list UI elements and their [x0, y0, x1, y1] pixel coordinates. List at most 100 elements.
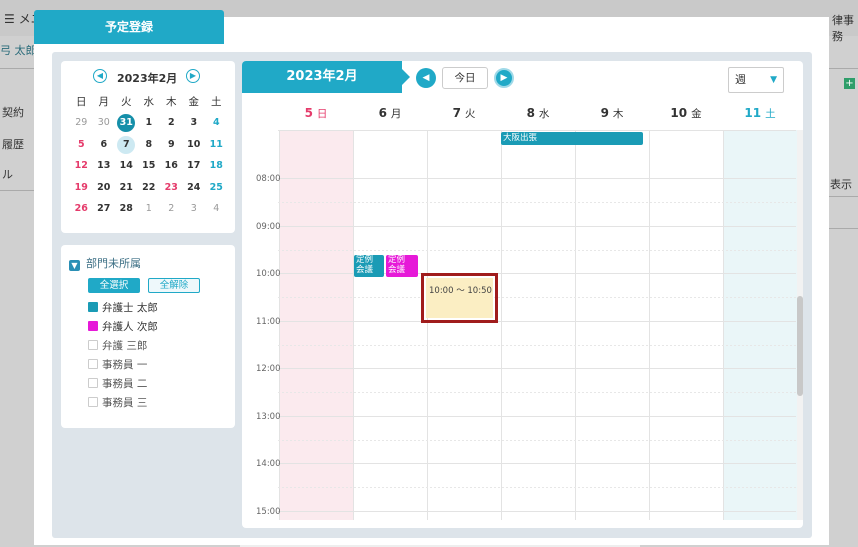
mini-calendar-day[interactable]: 12 — [70, 156, 93, 178]
mini-calendar-day[interactable]: 25 — [205, 177, 228, 199]
member-checkbox[interactable] — [88, 359, 98, 369]
next-week-icon[interactable]: ▶ — [494, 68, 514, 88]
day-column[interactable] — [723, 130, 797, 520]
day-number: 1 — [145, 203, 152, 215]
half-hour-line — [278, 487, 796, 488]
mini-calendar-day[interactable]: 3 — [183, 113, 206, 135]
day-header[interactable]: 9木 — [575, 106, 649, 121]
department-header[interactable]: ▼ 部門未所属 — [69, 255, 141, 271]
add-icon[interactable]: + — [844, 78, 855, 89]
day-column[interactable] — [353, 130, 427, 520]
mini-calendar-day[interactable]: 26 — [70, 199, 93, 221]
day-header[interactable]: 10 金 — [649, 106, 723, 121]
event-meeting[interactable]: 定例 会議 — [354, 255, 384, 277]
prev-week-icon[interactable]: ◀ — [416, 68, 436, 88]
day-column[interactable] — [501, 130, 575, 520]
mini-calendar-day[interactable]: 4 — [205, 199, 228, 221]
half-hour-line — [278, 345, 796, 346]
mini-calendar-day[interactable]: 11 — [205, 134, 228, 156]
mini-calendar-day[interactable]: 13 — [93, 156, 116, 178]
day-number: 6 — [378, 106, 387, 120]
mini-calendar-day[interactable]: 9 — [160, 134, 183, 156]
day-header[interactable]: 5日 — [279, 106, 353, 121]
scrollbar-thumb[interactable] — [797, 296, 803, 396]
day-number: 18 — [209, 160, 223, 172]
mini-calendar-day[interactable]: 4 — [205, 113, 228, 135]
mini-calendar-day[interactable]: 14 — [115, 156, 138, 178]
mini-calendar-day[interactable]: 18 — [205, 156, 228, 178]
mini-calendar-day[interactable]: 27 — [93, 199, 116, 221]
day-header[interactable]: 8水 — [501, 106, 575, 121]
mini-calendar-day[interactable]: 7 — [115, 134, 138, 156]
side-item-history[interactable]: 履歴 — [2, 136, 24, 152]
side-item-contract[interactable]: 契約 — [2, 104, 24, 120]
weekday-header: 金 — [188, 96, 200, 109]
member-checkbox[interactable] — [88, 397, 98, 407]
scrollbar[interactable] — [797, 130, 803, 520]
day-header[interactable]: 11 土 — [723, 106, 797, 121]
member-item[interactable]: 弁護士 太郎 — [88, 300, 158, 315]
member-item[interactable]: 事務員 一 — [88, 357, 147, 372]
member-checkbox[interactable] — [88, 378, 98, 388]
member-item[interactable]: 事務員 三 — [88, 395, 147, 410]
day-number: 10 — [670, 106, 688, 120]
mini-calendar-day[interactable]: 24 — [183, 177, 206, 199]
divider — [0, 190, 34, 191]
event-meeting[interactable]: 定例 会議 — [386, 255, 418, 277]
chevron-down-icon[interactable]: ▼ — [69, 260, 80, 271]
mini-calendar-day[interactable]: 31 — [115, 113, 138, 135]
member-checkbox[interactable] — [88, 340, 98, 350]
mini-calendar-day[interactable]: 22 — [138, 177, 161, 199]
day-column[interactable] — [279, 130, 353, 520]
member-checkbox[interactable] — [88, 321, 98, 331]
day-header[interactable]: 7火 — [427, 106, 501, 121]
mini-calendar-day[interactable]: 23 — [160, 177, 183, 199]
event-label: 定例 — [356, 255, 374, 265]
mini-calendar-day[interactable]: 28 — [115, 199, 138, 221]
day-header[interactable]: 6月 — [353, 106, 427, 121]
mini-calendar-day[interactable]: 20 — [93, 177, 116, 199]
mini-calendar-day[interactable]: 1 — [138, 199, 161, 221]
day-number: 23 — [164, 181, 178, 193]
mini-calendar-day[interactable]: 15 — [138, 156, 161, 178]
today-button[interactable]: 今日 — [442, 67, 488, 89]
member-checkbox[interactable] — [88, 302, 98, 312]
mini-calendar-day[interactable]: 16 — [160, 156, 183, 178]
prev-month-icon[interactable]: ◀ — [93, 69, 107, 83]
member-item[interactable]: 弁護 三郎 — [88, 338, 147, 353]
next-month-icon[interactable]: ▶ — [186, 69, 200, 83]
mini-calendar-day[interactable]: 21 — [115, 177, 138, 199]
event-osaka-trip[interactable]: 大阪出張 — [501, 132, 643, 145]
mini-calendar-day[interactable]: 5 — [70, 134, 93, 156]
divider — [829, 228, 858, 229]
day-column[interactable] — [575, 130, 649, 520]
deselect-all-button[interactable]: 全解除 — [148, 278, 200, 293]
divider — [829, 196, 858, 197]
member-name: 事務員 二 — [102, 378, 148, 390]
select-all-button[interactable]: 全選択 — [88, 278, 140, 293]
mini-calendar-day[interactable]: 19 — [70, 177, 93, 199]
mini-calendar-day[interactable]: 30 — [93, 113, 116, 135]
weekday-header: 木 — [166, 96, 177, 109]
time-grid[interactable]: 08:00 09:00 10:00 11:00 12:00 13:00 14:00 15:00 — [242, 130, 798, 520]
view-select[interactable]: 週 ▼ — [728, 67, 784, 93]
mini-calendar-day[interactable]: 17 — [183, 156, 206, 178]
side-item-file[interactable]: ル — [2, 166, 13, 182]
mini-calendar-day[interactable]: 2 — [160, 113, 183, 135]
hour-line — [278, 511, 796, 512]
new-event-selection[interactable]: 10:00 〜 10:50 — [421, 273, 498, 323]
mini-calendar-day[interactable]: 1 — [138, 113, 161, 135]
day-column[interactable] — [649, 130, 723, 520]
mini-calendar-day[interactable]: 10 — [183, 134, 206, 156]
day-number: 11 — [209, 138, 223, 150]
mini-calendar-day[interactable]: 3 — [183, 199, 206, 221]
member-item[interactable]: 事務員 二 — [88, 376, 147, 391]
mini-calendar-day[interactable]: 2 — [160, 199, 183, 221]
mini-calendar-day[interactable]: 29 — [70, 113, 93, 135]
mini-calendar-day[interactable]: 6 — [93, 134, 116, 156]
day-weekday: 金 — [691, 108, 702, 120]
member-item[interactable]: 弁護人 次郎 — [88, 319, 158, 334]
day-column[interactable] — [427, 130, 501, 520]
day-weekday: 土 — [765, 108, 776, 120]
mini-calendar-day[interactable]: 8 — [138, 134, 161, 156]
